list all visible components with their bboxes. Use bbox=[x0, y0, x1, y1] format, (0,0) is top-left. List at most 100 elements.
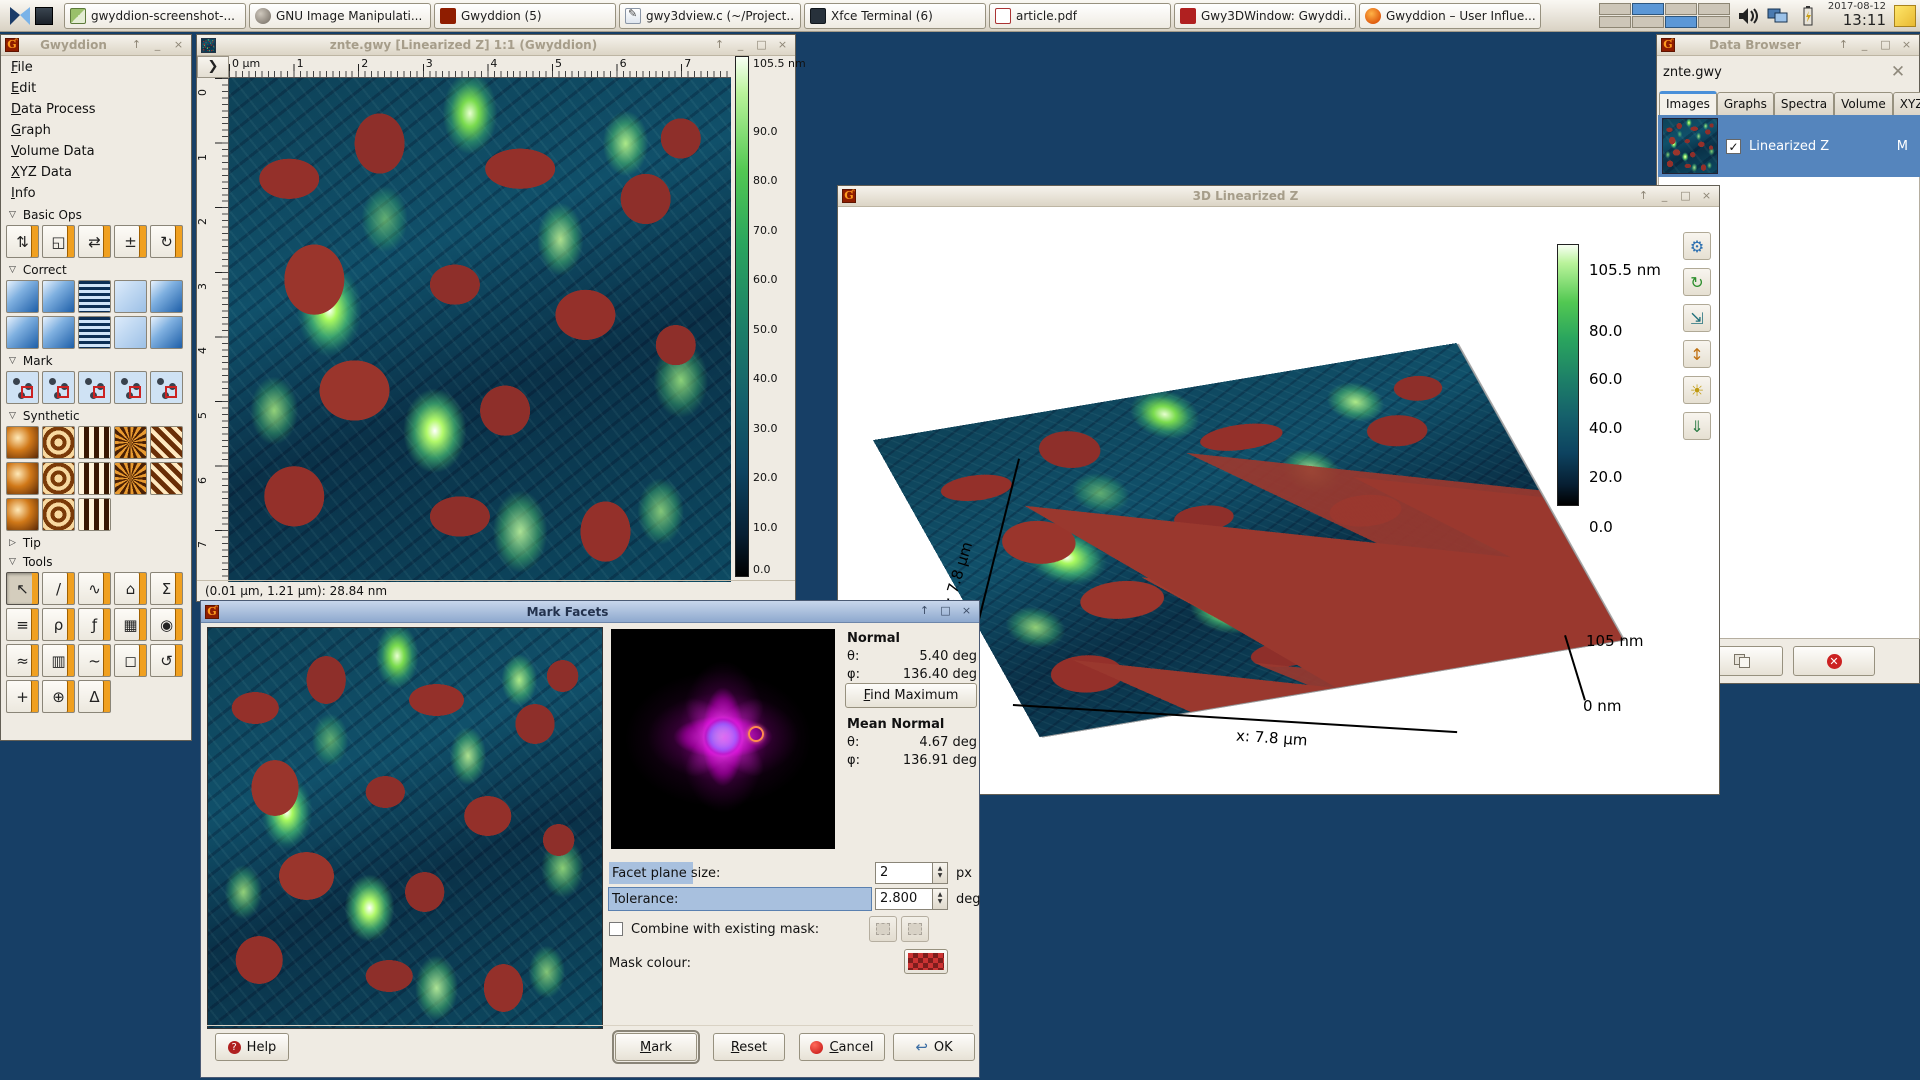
menu-volume-data[interactable]: Volume Data bbox=[1, 141, 191, 162]
arithmetic-icon[interactable]: ± bbox=[114, 225, 147, 258]
minimize-button[interactable]: _ bbox=[149, 38, 166, 53]
dialog-titlebar[interactable]: Ɠ Mark Facets ↑ □ × bbox=[201, 601, 979, 623]
shade-button[interactable]: ↑ bbox=[1635, 189, 1652, 204]
align-rows-icon[interactable] bbox=[78, 280, 111, 313]
facet-preview-image[interactable] bbox=[207, 627, 603, 1029]
facet-size-spinner[interactable]: ▲▼ bbox=[933, 862, 948, 884]
close-button[interactable]: × bbox=[1898, 38, 1915, 53]
maximize-button[interactable]: □ bbox=[937, 604, 954, 619]
drift-compensate-icon[interactable] bbox=[150, 316, 183, 349]
delete-data-button[interactable]: ✕ bbox=[1793, 646, 1875, 676]
taskbar-window-button-gnu-image-manipulati-[interactable]: GNU Image Manipulati... bbox=[249, 3, 431, 29]
minimize-button[interactable]: _ bbox=[732, 38, 749, 53]
shade-button[interactable]: ↑ bbox=[711, 38, 728, 53]
mark-grains-icon[interactable] bbox=[6, 371, 39, 404]
help-button[interactable]: ? Help bbox=[215, 1033, 289, 1061]
mask-colour-button[interactable] bbox=[904, 949, 948, 974]
close-file-icon[interactable]: ✕ bbox=[1883, 59, 1913, 86]
view-settings-gear-icon[interactable]: ⚙ bbox=[1683, 232, 1711, 260]
pointer-ruler-tool-icon[interactable]: ↖ bbox=[6, 572, 39, 605]
scale-icon[interactable]: ⇲ bbox=[1683, 304, 1711, 332]
xfce-menu-icon[interactable] bbox=[8, 4, 32, 28]
stripes-synth-icon[interactable] bbox=[78, 498, 111, 531]
close-button[interactable]: × bbox=[958, 604, 975, 619]
path-select-tool-icon[interactable]: ≈ bbox=[6, 644, 39, 677]
grain-measure-tool-icon[interactable]: ◉ bbox=[150, 608, 183, 641]
export-icon[interactable]: ⇓ bbox=[1683, 412, 1711, 440]
section-header-mark[interactable]: ▽Mark bbox=[1, 351, 191, 370]
particles-synth-icon[interactable] bbox=[6, 426, 39, 459]
close-button[interactable]: × bbox=[1698, 189, 1715, 204]
maze-synth-icon[interactable] bbox=[6, 498, 39, 531]
level3-tool-icon[interactable]: ƒ bbox=[78, 608, 111, 641]
minimize-button[interactable]: _ bbox=[1656, 189, 1673, 204]
grains-synth-icon[interactable] bbox=[42, 426, 75, 459]
file-manager-icon[interactable] bbox=[32, 4, 56, 28]
fractal-synth-icon[interactable] bbox=[114, 462, 147, 495]
rotate-icon[interactable]: ↻ bbox=[1683, 268, 1711, 296]
polynomial-level-icon[interactable] bbox=[150, 280, 183, 313]
notes-icon[interactable] bbox=[1894, 5, 1916, 27]
step-line-correct-icon[interactable] bbox=[114, 280, 147, 313]
volume-icon[interactable] bbox=[1736, 4, 1760, 28]
visibility-checkbox[interactable]: ✓ bbox=[1726, 139, 1741, 154]
tab-xyz[interactable]: XYZ bbox=[1893, 92, 1920, 115]
menu-file[interactable]: File bbox=[1, 57, 191, 78]
facet-orientation-view[interactable] bbox=[611, 629, 835, 849]
combine-mask-checkbox[interactable] bbox=[609, 922, 623, 936]
color-range-tool-icon[interactable]: ▥ bbox=[42, 644, 75, 677]
tolerance-input[interactable]: 2.800 bbox=[875, 888, 933, 910]
waves-synth-icon[interactable] bbox=[42, 462, 75, 495]
close-button[interactable]: × bbox=[170, 38, 187, 53]
menu-info[interactable]: Info bbox=[1, 183, 191, 204]
mask-intersect-button[interactable] bbox=[901, 916, 929, 942]
distribute-mask-icon[interactable] bbox=[150, 371, 183, 404]
reset-button[interactable]: Reset bbox=[713, 1033, 785, 1061]
taskbar-window-button-gwyddion-5-[interactable]: Gwyddion (5) bbox=[434, 3, 616, 29]
remove-scars-icon[interactable] bbox=[114, 316, 147, 349]
taskbar-window-button-gwy3dwindow-gwyddi-[interactable]: Gwy3DWindow: Gwyddi... bbox=[1174, 3, 1356, 29]
pattern-synth-icon[interactable] bbox=[78, 426, 111, 459]
ruler-corner-button[interactable]: ❯ bbox=[197, 56, 229, 78]
profile-tool-icon[interactable]: ∿ bbox=[78, 572, 111, 605]
tab-spectra[interactable]: Spectra bbox=[1774, 92, 1834, 115]
section-header-tools[interactable]: ▽Tools bbox=[1, 552, 191, 571]
sfunctions-tool-icon[interactable]: Δ bbox=[78, 680, 111, 713]
menu-xyz-data[interactable]: XYZ Data bbox=[1, 162, 191, 183]
cancel-button[interactable]: Cancel bbox=[799, 1033, 885, 1061]
mask-editor-icon[interactable] bbox=[114, 371, 147, 404]
fibres-synth-icon[interactable] bbox=[150, 462, 183, 495]
mask-union-button[interactable] bbox=[869, 916, 897, 942]
facet-plane-size-input[interactable]: 2 bbox=[875, 862, 933, 884]
3d-surface-view[interactable] bbox=[873, 343, 1623, 737]
spectro-tool-icon[interactable]: ⌂ bbox=[114, 572, 147, 605]
data-window-titlebar[interactable]: znte.gwy [Linearized Z] 1:1 (Gwyddion) ↑… bbox=[197, 35, 795, 56]
grid-correction-icon[interactable] bbox=[42, 316, 75, 349]
tab-images[interactable]: Images bbox=[1659, 91, 1717, 115]
taskbar-window-button-gwyddion-user-influe-[interactable]: Gwyddion – User Influe... bbox=[1359, 3, 1541, 29]
tab-volume[interactable]: Volume bbox=[1834, 92, 1893, 115]
zoom-tool-icon[interactable]: ⊕ bbox=[42, 680, 75, 713]
minimize-button[interactable]: _ bbox=[1856, 38, 1873, 53]
mark-button[interactable]: Mark bbox=[615, 1033, 697, 1061]
section-header-correct[interactable]: ▽Correct bbox=[1, 260, 191, 279]
workspace-pager[interactable] bbox=[1599, 3, 1730, 28]
list-item[interactable]: ✓ Linearized Z M bbox=[1658, 115, 1920, 177]
ok-button[interactable]: ↩ OK bbox=[893, 1033, 975, 1061]
noise-synth-icon[interactable] bbox=[114, 426, 147, 459]
crop-icon[interactable]: ◱ bbox=[42, 225, 75, 258]
taskbar-window-button-gwy3dview-c-project-[interactable]: gwy3dview.c (~/Project... bbox=[619, 3, 801, 29]
stats-tool-icon[interactable]: Σ bbox=[150, 572, 183, 605]
scale-icon[interactable]: ⇅ bbox=[6, 225, 39, 258]
shade-button[interactable]: ↑ bbox=[1835, 38, 1852, 53]
domains-synth-icon[interactable] bbox=[6, 462, 39, 495]
menu-edit[interactable]: Edit bbox=[1, 78, 191, 99]
remove-spots-icon[interactable] bbox=[78, 316, 111, 349]
shade-button[interactable]: ↑ bbox=[916, 604, 933, 619]
section-header-basic-ops[interactable]: ▽Basic Ops bbox=[1, 205, 191, 224]
extend-icon[interactable]: ⇄ bbox=[78, 225, 111, 258]
read-value-tool-icon[interactable]: + bbox=[6, 680, 39, 713]
line-stats-tool-icon[interactable]: ≡ bbox=[6, 608, 39, 641]
crop-tool-icon[interactable]: ◻ bbox=[114, 644, 147, 677]
data-browser-titlebar[interactable]: Ɠ Data Browser ↑ _ □ × bbox=[1657, 35, 1919, 56]
